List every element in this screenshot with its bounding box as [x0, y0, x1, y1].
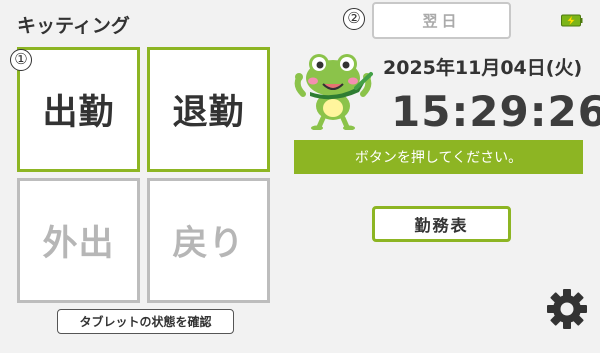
next-day-button[interactable]: 翌日 [372, 2, 511, 39]
annotation-marker-1: ① [10, 49, 32, 71]
current-date: 2025年11月04日(火) [383, 57, 583, 79]
instruction-banner: ボタンを押してください。 [294, 140, 583, 174]
go-out-button[interactable]: 外出 [17, 178, 140, 303]
return-button[interactable]: 戻り [147, 178, 270, 303]
check-tablet-status-button[interactable]: タブレットの状態を確認 [57, 309, 234, 334]
app-title: キッティング [17, 15, 130, 37]
battery-charging-icon [561, 14, 583, 27]
gear-icon[interactable] [545, 287, 589, 331]
timesheet-button[interactable]: 勤務表 [372, 206, 511, 242]
clock-out-button[interactable]: 退勤 [147, 47, 270, 172]
current-time: 15:29:26 [391, 87, 600, 136]
frog-mascot-image [294, 54, 373, 130]
annotation-marker-2: ② [343, 8, 365, 30]
clock-in-button[interactable]: 出勤 [17, 47, 140, 172]
